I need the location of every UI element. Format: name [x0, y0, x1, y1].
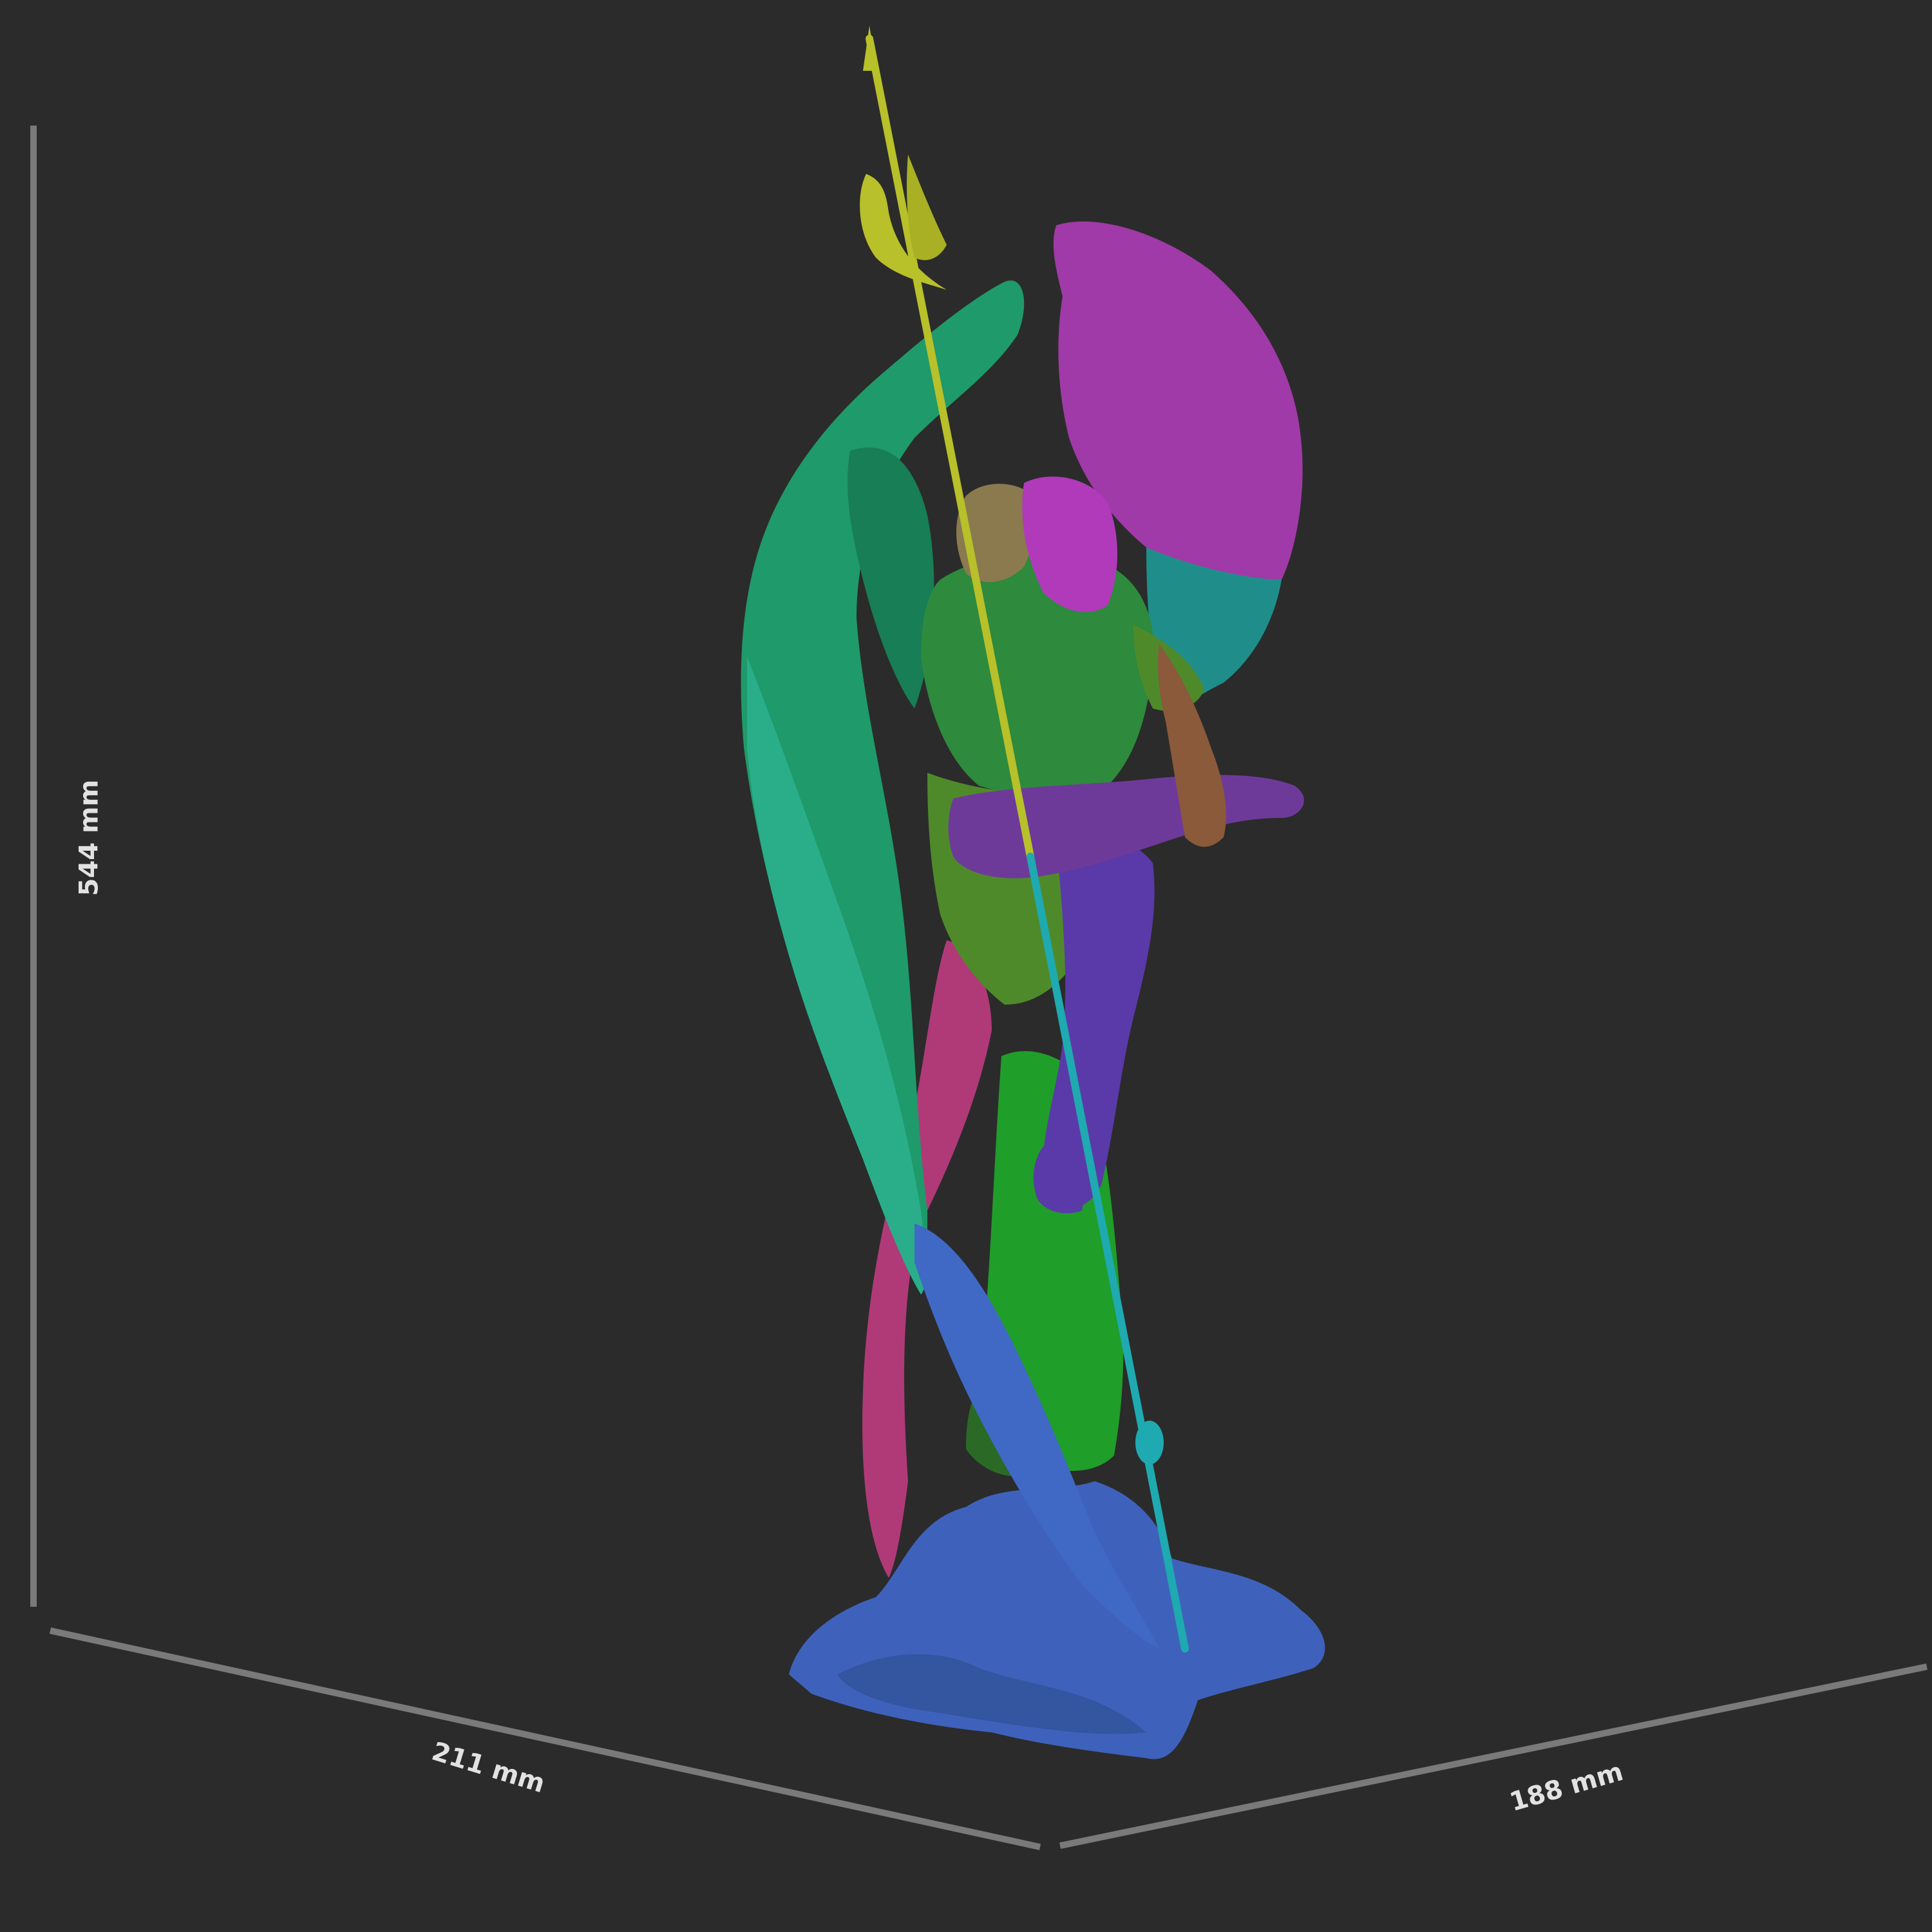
- torso: [921, 554, 1154, 795]
- height-dimension-label: 544 mm: [74, 779, 104, 896]
- spear-pommel: [1135, 1421, 1164, 1464]
- render-viewport: 544 mm 211 mm 188 mm: [0, 0, 1932, 1932]
- sculpture-render: [30, 26, 1928, 1850]
- spear-crossguard-right: [907, 155, 947, 260]
